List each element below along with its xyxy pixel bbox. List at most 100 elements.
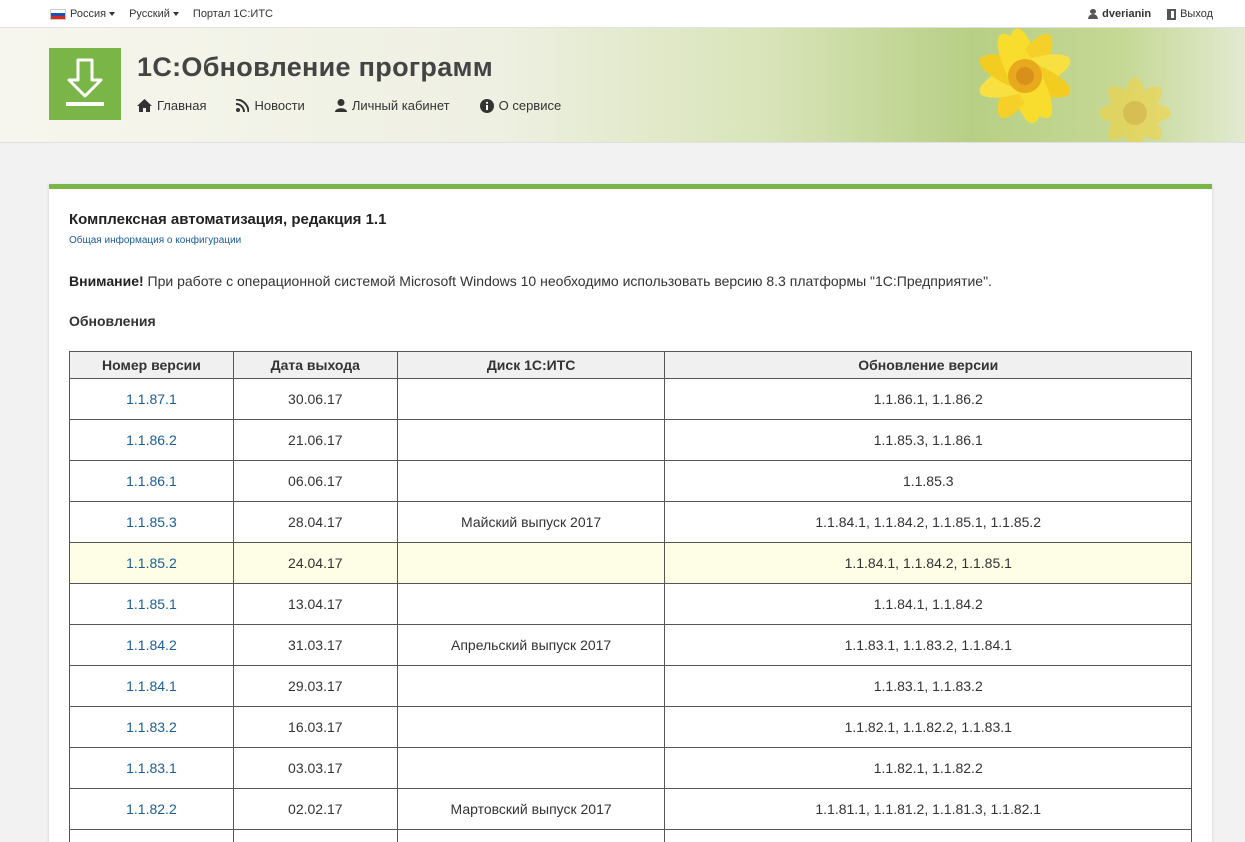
version-link[interactable]: 1.1.85.2 xyxy=(69,542,234,584)
updates-heading: Обновления xyxy=(69,313,156,329)
table-row: 1.1.87.1 30.06.17 1.1.86.1, 1.1.86.2 xyxy=(69,378,1192,420)
username: dverianin xyxy=(1102,8,1152,20)
version-link[interactable] xyxy=(69,829,234,842)
chevron-down-icon xyxy=(109,12,116,16)
table-row: 1.1.83.2 16.03.17 1.1.82.1, 1.1.82.2, 1.… xyxy=(69,706,1192,748)
table-header-row: Номер версии Дата выхода Диск 1С:ИТС Обн… xyxy=(69,351,1192,379)
warning-label: Внимание! xyxy=(69,273,144,289)
content-card: Комплексная автоматизация, редакция 1.1 … xyxy=(49,184,1212,842)
top-bar: Россия Русский Портал 1С:ИТС dverianin В… xyxy=(0,0,1245,28)
its-disk: Апрельский выпуск 2017 xyxy=(396,624,666,666)
version-link[interactable]: 1.1.82.2 xyxy=(69,788,234,830)
table-row: 1.1.85.1 13.04.17 1.1.84.1, 1.1.84.2 xyxy=(69,583,1192,625)
nav-about-label: О сервисе xyxy=(498,98,562,113)
update-from-versions: 1.1.84.1, 1.1.84.2, 1.1.85.1, 1.1.85.2 xyxy=(664,501,1192,543)
table-row: 1.1.84.2 31.03.17 Апрельский выпуск 2017… xyxy=(69,624,1192,666)
column-header-update: Обновление версии xyxy=(664,351,1192,379)
update-from-versions: 1.1.86.1, 1.1.86.2 xyxy=(664,378,1192,420)
version-link[interactable]: 1.1.83.1 xyxy=(69,747,234,789)
release-date: 28.04.17 xyxy=(232,501,398,543)
country-label: Россия xyxy=(70,8,107,20)
its-disk xyxy=(396,665,666,707)
nav-about[interactable]: О сервисе xyxy=(479,98,562,113)
version-link[interactable]: 1.1.86.1 xyxy=(69,460,234,502)
russia-flag-icon xyxy=(50,8,66,20)
download-icon xyxy=(66,58,104,106)
nav-news-label: Новости xyxy=(254,98,305,113)
its-disk xyxy=(396,378,666,420)
table-row: 1.1.86.2 21.06.17 1.1.85.3, 1.1.86.1 xyxy=(69,419,1192,461)
warning-message: Внимание! При работе с операционной сист… xyxy=(69,273,992,289)
version-link[interactable]: 1.1.87.1 xyxy=(69,378,234,420)
country-selector[interactable]: Россия xyxy=(50,8,116,20)
version-link[interactable]: 1.1.84.2 xyxy=(69,624,234,666)
column-header-version: Номер версии xyxy=(69,351,234,379)
chevron-down-icon xyxy=(172,12,179,16)
home-icon xyxy=(137,99,152,112)
release-date: 21.06.17 xyxy=(232,419,398,461)
update-from-versions: 1.1.84.1, 1.1.84.2, 1.1.85.1 xyxy=(664,542,1192,584)
update-from-versions xyxy=(664,829,1192,842)
configuration-info-link[interactable]: Общая информация о конфигурации xyxy=(69,235,241,246)
rss-icon xyxy=(236,99,250,112)
version-link[interactable]: 1.1.84.1 xyxy=(69,665,234,707)
user-icon xyxy=(334,99,347,112)
its-disk xyxy=(396,542,666,584)
table-row xyxy=(69,829,1192,842)
flower-decoration-icon xyxy=(979,28,1071,124)
release-date: 13.04.17 xyxy=(232,583,398,625)
updates-table: Номер версии Дата выхода Диск 1С:ИТС Обн… xyxy=(69,351,1192,842)
release-date: 06.06.17 xyxy=(232,460,398,502)
site-title: 1С:Обновление программ xyxy=(137,52,494,82)
its-disk xyxy=(396,583,666,625)
its-disk xyxy=(396,419,666,461)
nav-account[interactable]: Личный кабинет xyxy=(334,98,450,113)
site-header: 1С:Обновление программ Главная Новости Л… xyxy=(0,28,1245,143)
update-from-versions: 1.1.82.1, 1.1.82.2, 1.1.83.1 xyxy=(664,706,1192,748)
configuration-title: Комплексная автоматизация, редакция 1.1 xyxy=(69,211,387,228)
table-row: 1.1.85.3 28.04.17 Майский выпуск 2017 1.… xyxy=(69,501,1192,543)
version-link[interactable]: 1.1.86.2 xyxy=(69,419,234,461)
table-row: 1.1.86.1 06.06.17 1.1.85.3 xyxy=(69,460,1192,502)
update-from-versions: 1.1.81.1, 1.1.81.2, 1.1.81.3, 1.1.82.1 xyxy=(664,788,1192,830)
its-disk xyxy=(396,706,666,748)
main-nav: Главная Новости Личный кабинет О сервисе xyxy=(137,98,591,113)
user-icon xyxy=(1088,9,1099,19)
update-from-versions: 1.1.84.1, 1.1.84.2 xyxy=(664,583,1192,625)
table-row: 1.1.83.1 03.03.17 1.1.82.1, 1.1.82.2 xyxy=(69,747,1192,789)
user-menu[interactable]: dverianin xyxy=(1088,8,1151,20)
its-disk: Мартовский выпуск 2017 xyxy=(396,788,666,830)
logo[interactable] xyxy=(49,48,121,120)
update-from-versions: 1.1.82.1, 1.1.82.2 xyxy=(664,747,1192,789)
version-link[interactable]: 1.1.83.2 xyxy=(69,706,234,748)
table-row: 1.1.84.1 29.03.17 1.1.83.1, 1.1.83.2 xyxy=(69,665,1192,707)
portal-label: Портал 1С:ИТС xyxy=(192,8,273,20)
logout-label: Выход xyxy=(1180,8,1213,20)
nav-home-label: Главная xyxy=(157,98,207,113)
logout-link[interactable]: Выход xyxy=(1167,8,1213,20)
update-from-versions: 1.1.85.3, 1.1.86.1 xyxy=(664,419,1192,461)
nav-account-label: Личный кабинет xyxy=(351,98,450,113)
update-from-versions: 1.1.83.1, 1.1.83.2, 1.1.84.1 xyxy=(664,624,1192,666)
release-date xyxy=(232,829,398,842)
language-label: Русский xyxy=(129,8,170,20)
release-date: 31.03.17 xyxy=(232,624,398,666)
column-header-date: Дата выхода xyxy=(232,351,398,379)
update-from-versions: 1.1.83.1, 1.1.83.2 xyxy=(664,665,1192,707)
nav-news[interactable]: Новости xyxy=(236,98,305,113)
logout-icon xyxy=(1167,8,1177,20)
release-date: 30.06.17 xyxy=(232,378,398,420)
table-row: 1.1.82.2 02.02.17 Мартовский выпуск 2017… xyxy=(69,788,1192,830)
nav-home[interactable]: Главная xyxy=(137,98,206,113)
release-date: 16.03.17 xyxy=(232,706,398,748)
version-link[interactable]: 1.1.85.3 xyxy=(69,501,234,543)
release-date: 02.02.17 xyxy=(232,788,398,830)
info-icon xyxy=(479,98,494,113)
its-disk: Майский выпуск 2017 xyxy=(396,501,666,543)
version-link[interactable]: 1.1.85.1 xyxy=(69,583,234,625)
portal-link[interactable]: Портал 1С:ИТС xyxy=(193,8,273,20)
warning-text: При работе с операционной системой Micro… xyxy=(143,273,992,289)
release-date: 24.04.17 xyxy=(232,542,398,584)
its-disk xyxy=(396,829,666,842)
language-selector[interactable]: Русский xyxy=(129,8,179,20)
